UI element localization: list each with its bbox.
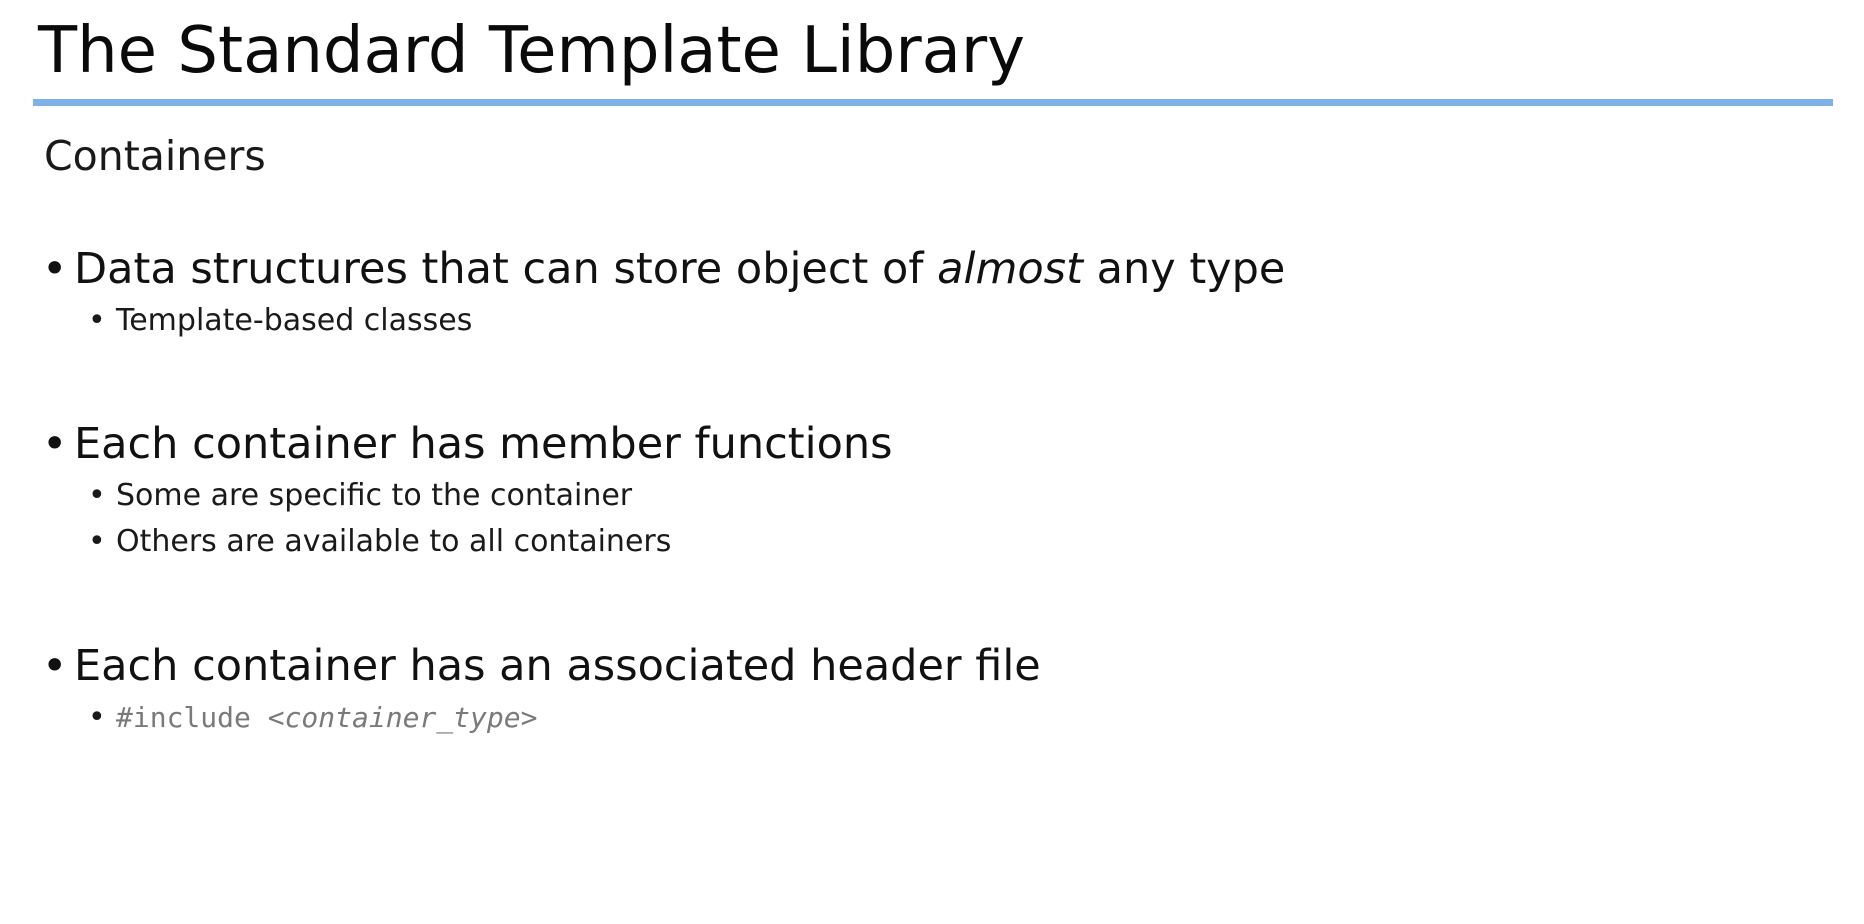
bullet-1-text-before: Data structures that can store object of	[74, 244, 938, 294]
include-code-placeholder: container_type	[284, 701, 521, 734]
include-code: #include <container_type>	[116, 701, 537, 734]
slide: The Standard Template Library Containers…	[0, 0, 1864, 924]
bullet-glyph: •	[42, 419, 68, 469]
sub-bullet-glyph: •	[88, 478, 106, 513]
bullet-2: • Each container has member functions	[42, 415, 893, 473]
bullet-1-subitem-1-text: Template-based classes	[116, 303, 473, 338]
bullet-1-subitem-1: • Template-based classes	[88, 300, 472, 342]
bullet-2-subitem-1: • Some are specific to the container	[88, 475, 632, 517]
bullet-2-subitem-2-text: Others are available to all containers	[116, 524, 672, 559]
sub-bullet-glyph: •	[88, 524, 106, 559]
include-code-prefix: #include <	[116, 701, 285, 734]
bullet-glyph: •	[42, 641, 68, 691]
bullet-2-text: Each container has member functions	[74, 419, 893, 469]
bullet-1-text-after: any type	[1082, 244, 1286, 294]
sub-bullet-glyph: •	[88, 700, 106, 735]
bullet-glyph: •	[42, 244, 68, 294]
sub-bullet-glyph: •	[88, 303, 106, 338]
title-underline	[33, 99, 1833, 106]
bullet-3-subitem-1: • #include <container_type>	[88, 697, 537, 739]
bullet-1-emphasis: almost	[937, 244, 1083, 294]
bullet-3-text: Each container has an associated header …	[74, 641, 1041, 691]
bullet-2-subitem-2: • Others are available to all containers	[88, 521, 671, 563]
slide-title: The Standard Template Library	[38, 14, 1026, 88]
bullet-2-subitem-1-text: Some are specific to the container	[116, 478, 633, 513]
bullet-3: • Each container has an associated header…	[42, 637, 1041, 695]
slide-subtitle: Containers	[44, 132, 266, 180]
bullet-1: • Data structures that can store object o…	[42, 240, 1285, 298]
include-code-suffix: >	[520, 701, 538, 734]
